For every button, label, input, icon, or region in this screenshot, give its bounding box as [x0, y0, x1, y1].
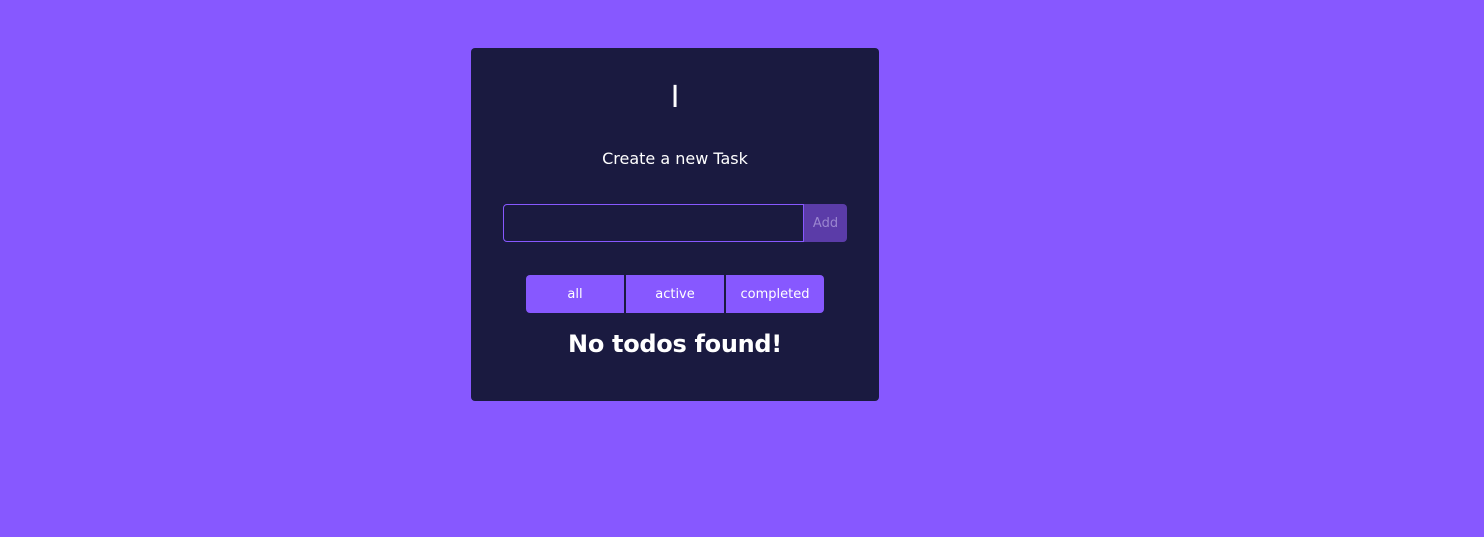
new-task-form: Add — [503, 204, 847, 242]
todo-card: I Create a new Task Add all active compl… — [471, 48, 879, 401]
page-title: I — [670, 80, 680, 115]
create-task-heading: Create a new Task — [602, 149, 748, 168]
filter-completed-button[interactable]: completed — [726, 275, 824, 313]
filter-active-button[interactable]: active — [626, 275, 724, 313]
add-button[interactable]: Add — [804, 204, 847, 242]
filter-all-button[interactable]: all — [526, 275, 624, 313]
filter-tabs: all active completed — [526, 275, 824, 313]
empty-state-message: No todos found! — [568, 330, 782, 358]
task-input[interactable] — [503, 204, 804, 242]
